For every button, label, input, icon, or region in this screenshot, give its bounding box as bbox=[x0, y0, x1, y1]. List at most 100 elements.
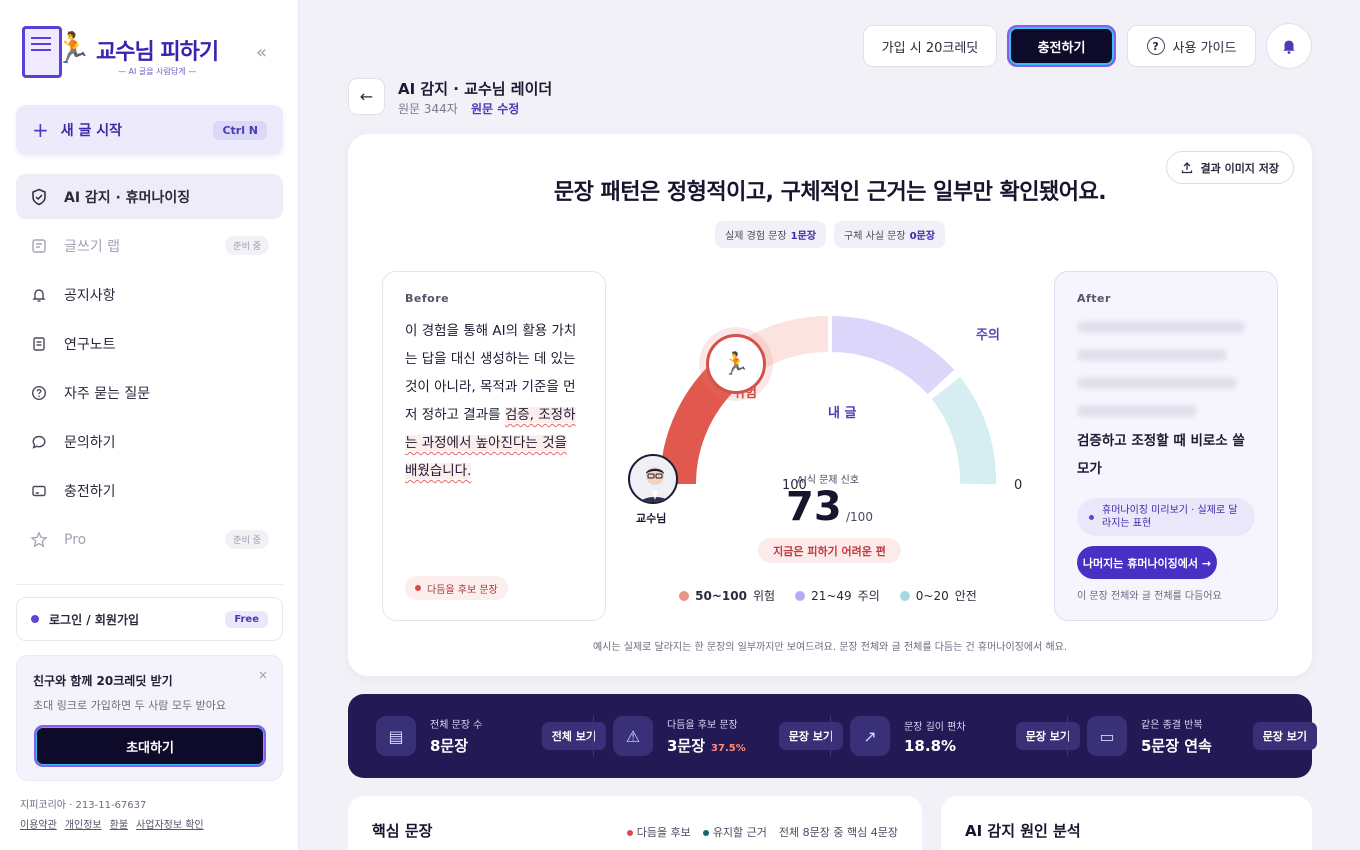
legend-danger: 50~100 위험 bbox=[679, 587, 775, 604]
note-icon bbox=[30, 335, 48, 353]
core-count: 전체 8문장 중 핵심 4문장 bbox=[778, 826, 898, 839]
view-sentences-button[interactable]: 문장 보기 bbox=[1015, 722, 1080, 750]
shortcut-badge: Ctrl N bbox=[213, 120, 267, 140]
stat-percent: 37.5% bbox=[711, 743, 746, 754]
document-icon: ▤ bbox=[376, 716, 416, 756]
business-info-link[interactable]: 사업자정보 확인 bbox=[136, 816, 204, 831]
question-icon bbox=[30, 384, 48, 402]
stat-length-deviation: ↗ 문장 길이 편차 18.8% 문장 보기 bbox=[850, 694, 1080, 778]
signup-credit-button[interactable]: 가입 시 20크레딧 bbox=[863, 25, 997, 67]
my-text-marker[interactable]: 🏃 bbox=[706, 334, 766, 394]
invite-button[interactable]: 초대하기 bbox=[34, 725, 266, 767]
summary-chips: 실제 경험 문장 1문장 구체 사실 문장 0문장 bbox=[348, 221, 1312, 248]
chip-value: 1문장 bbox=[790, 231, 816, 242]
sidebar-item-contact[interactable]: 문의하기 bbox=[16, 419, 283, 464]
stat-value: 5문장 연속 bbox=[1141, 737, 1212, 755]
after-highlight-text: 검증하고 조정할 때 비로소 쓸모가 bbox=[1077, 433, 1245, 477]
login-label: 로그인 / 회원가입 bbox=[49, 612, 140, 627]
sidebar-item-label: 충전하기 bbox=[64, 483, 116, 500]
core-legend: 다듬을 후보 유지할 근거 전체 8문장 중 핵심 4문장 bbox=[626, 824, 898, 840]
ai-cause-card: AI 감지 원인 분석 bbox=[941, 796, 1312, 850]
legend-label: 유지할 근거 bbox=[712, 826, 767, 839]
arrow-left-icon: ← bbox=[359, 87, 374, 106]
terms-link[interactable]: 이용약관 bbox=[20, 816, 57, 831]
legend-dot-icon bbox=[679, 590, 690, 601]
sidebar-item-pro[interactable]: Pro 준비 중 bbox=[16, 517, 283, 562]
user-guide-label: 사용 가이드 bbox=[1172, 40, 1237, 56]
sidebar-item-research[interactable]: 연구노트 bbox=[16, 321, 283, 366]
status-badge: 지금은 피하기 어려운 편 bbox=[758, 538, 901, 563]
view-sentences-button[interactable]: 문장 보기 bbox=[1252, 722, 1317, 750]
brand-logo[interactable]: 🏃 교수님 피하기 — AI 글을 사람답게 — bbox=[22, 24, 232, 84]
new-document-button[interactable]: + 새 글 시작 Ctrl N bbox=[16, 105, 283, 155]
sidebar-item-notice[interactable]: 공지사항 bbox=[16, 272, 283, 317]
login-button[interactable]: 로그인 / 회원가입 Free bbox=[16, 597, 283, 641]
sidebar-item-label: 글쓰기 랩 bbox=[64, 238, 120, 255]
result-headline: 문장 패턴은 정형적이고, 구체적인 근거는 일부만 확인됐어요. bbox=[553, 180, 1107, 205]
red-dot-icon bbox=[415, 585, 421, 591]
coming-soon-badge: 준비 중 bbox=[225, 236, 269, 255]
sidebar-item-writing-lab[interactable]: 글쓰기 랩 준비 중 bbox=[16, 223, 283, 268]
view-sentences-button[interactable]: 문장 보기 bbox=[778, 722, 843, 750]
legend-safe: 0~20 안전 bbox=[899, 587, 977, 604]
sidebar-item-faq[interactable]: 자주 묻는 질문 bbox=[16, 370, 283, 415]
footer-links: 이용약관 개인정보 환불 사업자정보 확인 bbox=[20, 816, 204, 831]
sidebar: 🏃 교수님 피하기 — AI 글을 사람답게 — « + 새 글 시작 Ctrl… bbox=[0, 0, 299, 850]
plan-badge: Free bbox=[225, 610, 268, 628]
purple-dot-icon bbox=[1089, 514, 1094, 520]
privacy-link[interactable]: 개인정보 bbox=[65, 816, 102, 831]
notification-button[interactable] bbox=[1266, 23, 1312, 69]
upload-icon bbox=[1181, 161, 1192, 173]
legend-keep: 유지할 근거 bbox=[702, 824, 767, 840]
score-value: 73 bbox=[786, 484, 842, 530]
sidebar-item-label: 연구노트 bbox=[64, 336, 116, 353]
stat-value: 3문장 37.5% bbox=[667, 735, 746, 756]
bell-icon bbox=[1283, 40, 1295, 54]
experience-chip: 실제 경험 문장 1문장 bbox=[715, 221, 826, 248]
stat-value: 18.8% bbox=[904, 736, 957, 755]
stat-label: 전체 문장 수 bbox=[430, 720, 483, 731]
legend-candidate: 다듬을 후보 bbox=[626, 824, 691, 840]
collapse-sidebar-icon[interactable]: « bbox=[256, 42, 267, 63]
candidate-label: 다듬을 후보 문장 bbox=[427, 584, 498, 596]
my-text-label: 내 글 bbox=[828, 406, 857, 421]
refund-link[interactable]: 환불 bbox=[110, 816, 128, 831]
sidebar-nav: AI 감지 · 휴머나이징 글쓰기 랩 준비 중 공지사항 연구노트 자주 묻는… bbox=[16, 174, 283, 566]
after-panel: After 검증하고 조정할 때 비로소 쓸모가 휴머나이징 미리보기 · 실제… bbox=[1054, 271, 1278, 621]
brand-subtitle: — AI 글을 사람답게 — bbox=[118, 67, 197, 76]
sidebar-divider bbox=[16, 584, 283, 585]
caution-label: 주의 bbox=[976, 328, 1000, 343]
legend-dot-icon bbox=[899, 590, 910, 601]
runner-icon: 🏃 bbox=[722, 351, 750, 377]
stat-divider bbox=[830, 716, 831, 756]
user-guide-button[interactable]: ? 사용 가이드 bbox=[1127, 25, 1256, 67]
charge-button[interactable]: 충전하기 bbox=[1007, 25, 1116, 67]
blurred-line bbox=[1077, 321, 1245, 333]
sidebar-item-label: 공지사항 bbox=[64, 287, 116, 304]
legend-range: 50~100 bbox=[695, 588, 747, 603]
stat-total-sentences: ▤ 전체 문장 수 8문장 전체 보기 bbox=[376, 694, 606, 778]
legend-dot-icon bbox=[795, 590, 806, 601]
runner-icon: 🏃 bbox=[54, 31, 92, 66]
result-card: 결과 이미지 저장 문장 패턴은 정형적이고, 구체적인 근거는 일부만 확인됐… bbox=[348, 134, 1312, 676]
chip-label: 구체 사실 문장 bbox=[844, 231, 906, 242]
ai-cause-title: AI 감지 원인 분석 bbox=[965, 822, 1081, 840]
sidebar-item-ai-detect[interactable]: AI 감지 · 휴머나이징 bbox=[16, 174, 283, 219]
sidebar-item-charge[interactable]: 충전하기 bbox=[16, 468, 283, 513]
edit-original-link[interactable]: 원문 수정 bbox=[471, 100, 519, 117]
original-length: 원문 344자 bbox=[398, 102, 458, 116]
blurred-line bbox=[1077, 405, 1197, 417]
view-all-button[interactable]: 전체 보기 bbox=[541, 722, 606, 750]
shield-icon bbox=[30, 188, 48, 206]
legend-label: 안전 bbox=[954, 589, 977, 603]
trend-icon: ↗ bbox=[850, 716, 890, 756]
warning-icon: ⚠ bbox=[613, 716, 653, 756]
page-title: AI 감지 · 교수님 레이더 bbox=[398, 80, 553, 98]
stat-value-main: 3문장 bbox=[667, 737, 706, 755]
legend-range: 21~49 bbox=[811, 588, 852, 603]
legend-label: 위험 bbox=[752, 589, 776, 603]
close-icon[interactable]: × bbox=[258, 668, 268, 682]
go-humanize-button[interactable]: 나머지는 휴머나이징에서 → bbox=[1077, 546, 1217, 579]
back-button[interactable]: ← bbox=[348, 78, 385, 115]
bell-icon bbox=[30, 286, 48, 304]
